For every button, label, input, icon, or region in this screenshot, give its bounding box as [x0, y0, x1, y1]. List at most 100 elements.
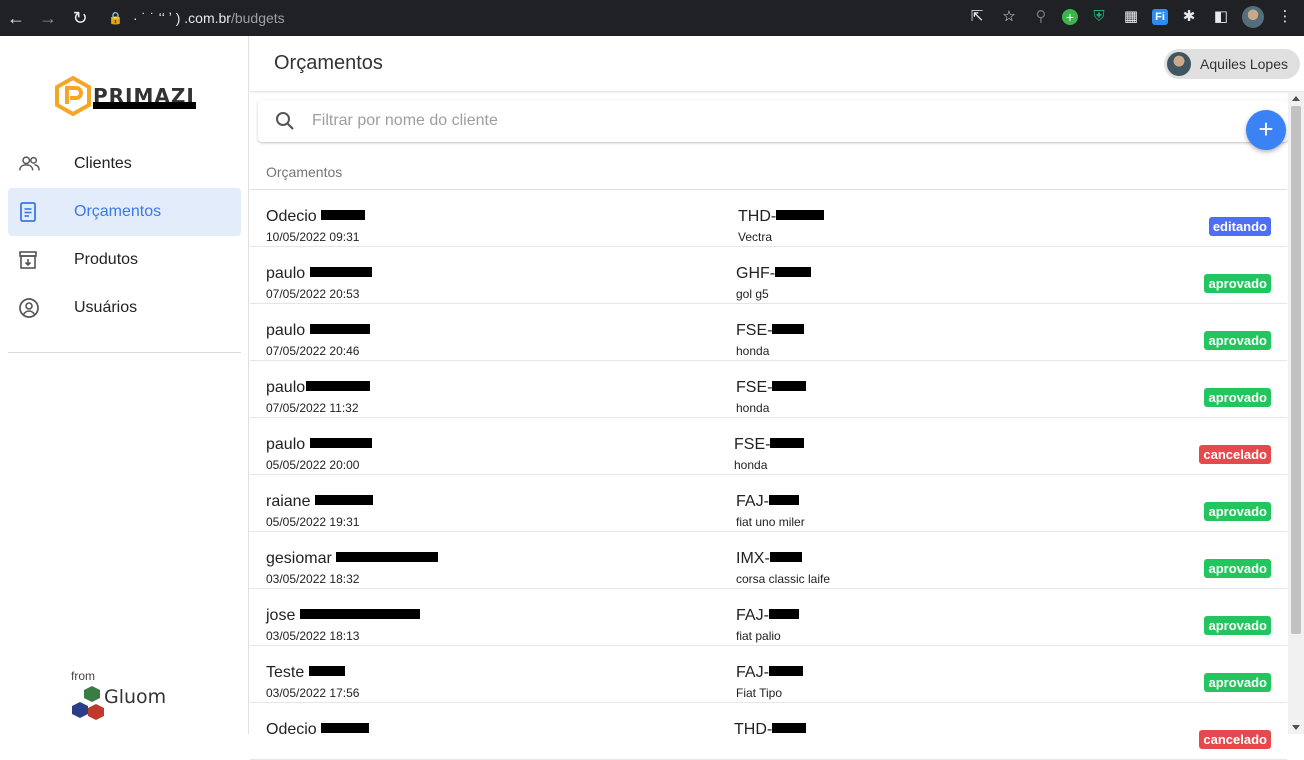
- address-bar[interactable]: 🔒 · ˙ ˙ ʻʻ ʼ ) .com.br/budgets: [108, 4, 1008, 32]
- redacted-plate-number: [772, 324, 805, 334]
- extension-grid-icon[interactable]: ▦: [1120, 6, 1142, 28]
- scrollbar-thumb[interactable]: [1291, 106, 1301, 634]
- vehicle-model: Vectra: [738, 230, 773, 244]
- table-row[interactable]: paulo 07/05/2022 20:46 FSE-honda aprovado: [250, 304, 1287, 361]
- redacted-surname: [314, 495, 373, 505]
- client-name: jose: [266, 607, 420, 625]
- client-first-name: gesiomar: [266, 550, 332, 567]
- lock-icon: 🔒: [108, 11, 123, 25]
- extension-fi-icon[interactable]: Fi: [1152, 9, 1168, 25]
- sidebar-item-usuarios[interactable]: Usuários: [8, 284, 241, 332]
- plate-prefix: FAJ-: [736, 664, 769, 681]
- budget-date: 03/05/2022 17:56: [266, 686, 360, 700]
- search-input[interactable]: [312, 112, 1212, 130]
- redacted-plate-number: [768, 609, 799, 619]
- plate-prefix: FAJ-: [736, 607, 769, 624]
- budget-date: 07/05/2022 20:46: [266, 344, 360, 358]
- vehicle-model: honda: [736, 344, 770, 358]
- table-row[interactable]: paulo 05/05/2022 20:00 FSE-honda cancelado: [250, 418, 1287, 475]
- extension-shield-icon[interactable]: ⛨: [1088, 6, 1110, 28]
- redacted-plate-number: [776, 210, 825, 220]
- search-icon: [258, 111, 312, 131]
- forward-arrow-icon[interactable]: →: [32, 8, 64, 29]
- scrollbar[interactable]: [1288, 92, 1304, 734]
- primazi-logo-mark-icon: [55, 76, 91, 116]
- add-budget-button[interactable]: +: [1246, 110, 1286, 150]
- vehicle-plate: THD-: [734, 721, 807, 739]
- client-name: paulo: [266, 322, 370, 340]
- footer-from-label: from: [71, 669, 95, 683]
- vehicle-plate: FAJ-: [736, 493, 799, 511]
- budget-date: 10/05/2022 09:31: [266, 230, 360, 244]
- user-chip[interactable]: Aquiles Lopes: [1164, 49, 1300, 79]
- status-badge: aprovado: [1204, 274, 1271, 293]
- table-row[interactable]: paulo 07/05/2022 11:32 FSE-honda aprovado: [250, 361, 1287, 418]
- client-name: paulo: [266, 265, 372, 283]
- plate-prefix: GHF-: [736, 265, 776, 282]
- app-header: Orçamentos Aquiles Lopes: [250, 36, 1304, 92]
- table-row[interactable]: Odecio THD-cancelado: [250, 703, 1287, 760]
- redacted-plate-number: [775, 267, 812, 277]
- client-first-name: raiane: [266, 493, 311, 510]
- share-icon[interactable]: ⇱: [966, 6, 988, 28]
- client-first-name: jose: [266, 607, 296, 624]
- client-first-name: Teste: [266, 664, 305, 681]
- redacted-surname: [308, 666, 345, 676]
- profile-avatar-icon[interactable]: [1242, 6, 1264, 28]
- sidebar-item-clientes[interactable]: Clientes: [8, 140, 241, 188]
- budget-date: 03/05/2022 18:13: [266, 629, 360, 643]
- redacted-surname: [305, 381, 370, 391]
- table-row[interactable]: paulo 07/05/2022 20:53 GHF-gol g5 aprovado: [250, 247, 1287, 304]
- client-first-name: Odecio: [266, 721, 317, 738]
- budget-date: 07/05/2022 11:32: [266, 401, 359, 415]
- plus-icon: +: [1258, 114, 1274, 144]
- browser-actions: ⇱ ☆ ⚲ + ⛨ ▦ Fi ✱ ◧ ⋮: [966, 6, 1296, 28]
- browser-toolbar: ← → ↻ 🔒 · ˙ ˙ ʻʻ ʼ ) .com.br/budgets ⇱ ☆…: [0, 0, 1304, 36]
- back-arrow-icon[interactable]: ←: [0, 8, 32, 29]
- vehicle-plate: FSE-: [736, 322, 805, 340]
- sidebar-item-produtos[interactable]: Produtos: [8, 236, 241, 284]
- budget-list: Odecio 10/05/2022 09:31 THD- Vectra editand…: [250, 190, 1287, 760]
- redacted-surname: [309, 324, 370, 334]
- star-icon[interactable]: ☆: [998, 6, 1020, 28]
- redacted-plate-number: [772, 381, 807, 391]
- redacted-plate-number: [768, 495, 799, 505]
- table-row[interactable]: jose 03/05/2022 18:13 FAJ-fiat palio aprov…: [250, 589, 1287, 646]
- url-text: · ˙ ˙ ʻʻ ʼ ) .com.br/budgets: [133, 10, 285, 26]
- main-content: Orçamentos Aquiles Lopes + Orçamentos Od…: [250, 36, 1304, 760]
- key-icon[interactable]: ⚲: [1030, 6, 1052, 28]
- status-badge: aprovado: [1204, 616, 1271, 635]
- plate-prefix: FSE-: [736, 379, 773, 396]
- table-row[interactable]: Teste 03/05/2022 17:56 FAJ- Fiat Tipo aprov…: [250, 646, 1287, 703]
- table-row[interactable]: raiane 05/05/2022 19:31 FAJ-fiat uno mile…: [250, 475, 1287, 532]
- vehicle-model: honda: [736, 401, 770, 415]
- avatar: [1167, 52, 1192, 76]
- sidebar-divider: [8, 352, 241, 353]
- vehicle-model: honda: [734, 458, 768, 472]
- plate-prefix: FSE-: [734, 436, 771, 453]
- redacted-surname: [336, 552, 439, 562]
- scroll-up-arrow-icon[interactable]: [1292, 96, 1300, 101]
- client-first-name: paulo: [266, 436, 306, 453]
- table-row[interactable]: gesiomar 03/05/2022 18:32 IMX-corsa class…: [250, 532, 1287, 589]
- table-row[interactable]: Odecio 10/05/2022 09:31 THD- Vectra editand…: [250, 190, 1287, 247]
- sidebar-item-orcamentos[interactable]: Orçamentos: [8, 188, 241, 236]
- list-subheader: Orçamentos: [266, 164, 343, 180]
- redacted-plate-number: [768, 666, 803, 676]
- vehicle-model: fiat uno miler: [736, 515, 805, 529]
- vehicle-plate: GHF-: [736, 265, 812, 283]
- extensions-puzzle-icon[interactable]: ✱: [1178, 6, 1200, 28]
- plate-prefix: FSE-: [736, 322, 773, 339]
- reload-icon[interactable]: ↻: [64, 8, 96, 29]
- scroll-down-arrow-icon[interactable]: [1292, 725, 1300, 730]
- sidebar-item-label: Usuários: [74, 299, 138, 316]
- redacted-surname: [309, 267, 372, 277]
- client-first-name: Odecio: [266, 208, 317, 225]
- extension-plus-icon[interactable]: +: [1062, 9, 1078, 25]
- document-icon: [8, 201, 52, 223]
- kebab-menu-icon[interactable]: ⋮: [1274, 6, 1296, 28]
- gluom-brand: Gluom: [104, 686, 167, 708]
- sidepanel-icon[interactable]: ◧: [1210, 6, 1232, 28]
- client-first-name: paulo: [266, 322, 306, 339]
- client-name: Odecio: [266, 721, 370, 739]
